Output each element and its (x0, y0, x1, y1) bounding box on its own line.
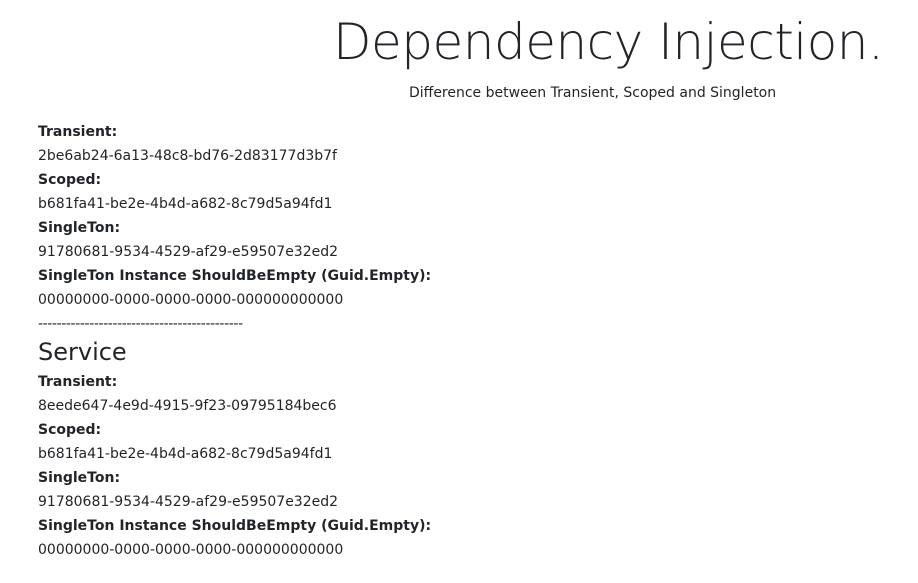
page: Dependency Injection. Difference between… (0, 0, 918, 583)
dashed-divider: ----------------------------------------… (38, 316, 243, 332)
transient-label: Transient: (38, 124, 118, 140)
service-singleton-instance-label: SingleTon Instance ShouldBeEmpty (Guid.E… (38, 518, 432, 534)
transient-value: 2be6ab24-6a13-48c8-bd76-2d83177d3b7f (38, 148, 337, 164)
singleton-label: SingleTon: (38, 220, 121, 236)
page-title: Dependency Injection. (333, 13, 884, 71)
service-scoped-label: Scoped: (38, 422, 102, 438)
service-transient-value: 8eede647-4e9d-4915-9f23-09795184bec6 (38, 398, 337, 414)
service-heading: Service (38, 338, 127, 366)
hero-section: Dependency Injection. Difference between… (0, 10, 918, 110)
singleton-instance-label: SingleTon Instance ShouldBeEmpty (Guid.E… (38, 268, 432, 284)
singleton-instance-value: 00000000-0000-0000-0000-000000000000 (38, 292, 344, 308)
service-transient-label: Transient: (38, 374, 118, 390)
singleton-value: 91780681-9534-4529-af29-e59507e32ed2 (38, 244, 339, 260)
controller-section: Transient: 2be6ab24-6a13-48c8-bd76-2d831… (38, 122, 898, 314)
scoped-value: b681fa41-be2e-4b4d-a682-8c79d5a94fd1 (38, 196, 333, 212)
main-content: Transient: 2be6ab24-6a13-48c8-bd76-2d831… (38, 122, 898, 564)
service-scoped-value: b681fa41-be2e-4b4d-a682-8c79d5a94fd1 (38, 446, 333, 462)
service-singleton-label: SingleTon: (38, 470, 121, 486)
page-subtitle: Difference between Transient, Scoped and… (409, 85, 777, 101)
service-singleton-value: 91780681-9534-4529-af29-e59507e32ed2 (38, 494, 339, 510)
scoped-label: Scoped: (38, 172, 102, 188)
service-singleton-instance-value: 00000000-0000-0000-0000-000000000000 (38, 542, 344, 558)
service-section: Service Transient: 8eede647-4e9d-4915-9f… (38, 336, 898, 564)
